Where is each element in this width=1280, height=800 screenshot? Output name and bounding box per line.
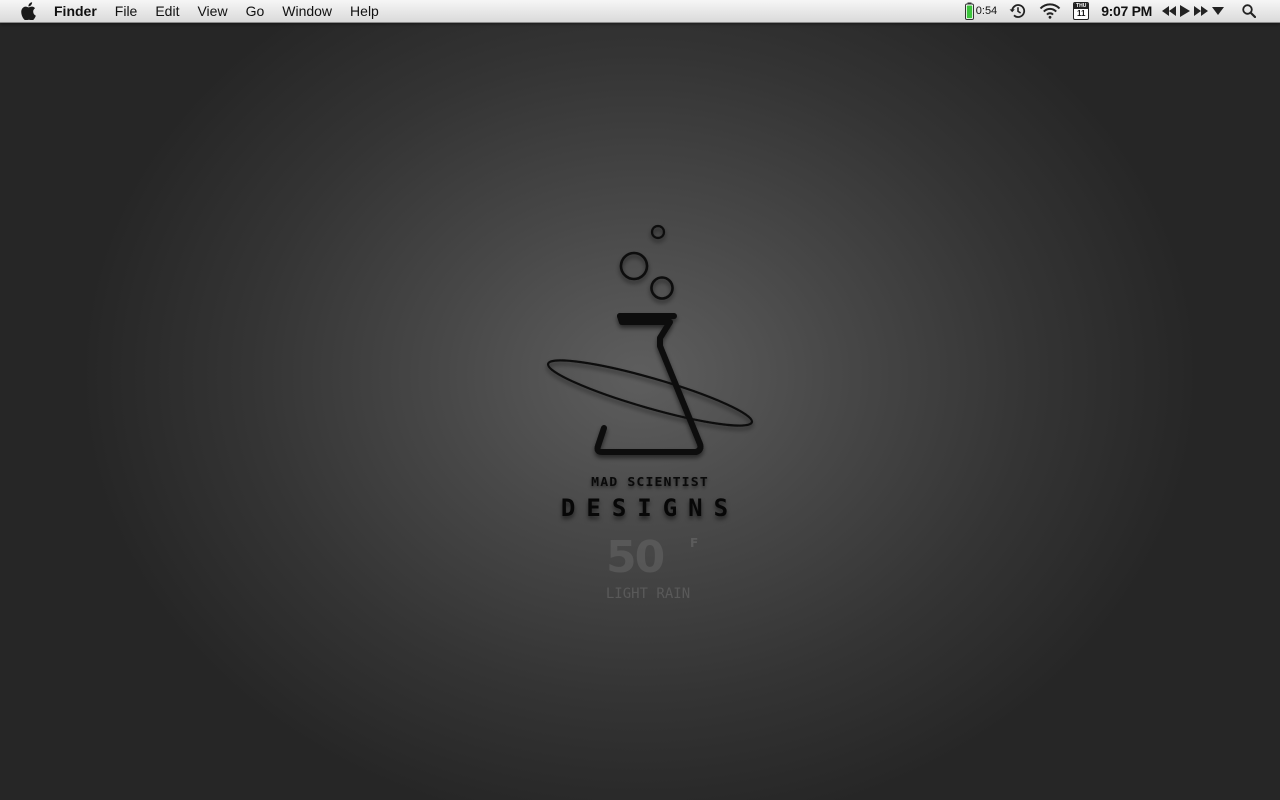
- calendar-menu[interactable]: THU 11: [1067, 0, 1095, 22]
- menu-help[interactable]: Help: [341, 0, 388, 22]
- menu-edit[interactable]: Edit: [146, 0, 188, 22]
- time-machine-menu[interactable]: [1003, 0, 1033, 22]
- battery-time: 0:54: [975, 5, 998, 17]
- weather-temperature: 50: [606, 532, 665, 583]
- status-menus: 0:54 THU 11 9:07 PM: [959, 0, 1262, 22]
- menu-clock[interactable]: 9:07 PM: [1095, 0, 1158, 22]
- menu-window[interactable]: Window: [273, 0, 341, 22]
- menu-bar: Finder File Edit View Go Window Help 0:5…: [0, 0, 1280, 23]
- search-icon: [1242, 4, 1256, 18]
- battery-status[interactable]: 0:54: [959, 0, 1003, 22]
- time-machine-icon: [1009, 4, 1026, 18]
- calendar-date: 11: [1076, 9, 1086, 18]
- battery-charging-icon: [964, 2, 974, 20]
- brand-tagline: MAD SCIENTIST: [591, 475, 709, 489]
- wifi-menu[interactable]: [1033, 0, 1067, 22]
- brand-name: DESIGNS: [560, 494, 740, 522]
- calendar-icon: THU 11: [1073, 2, 1090, 20]
- flask-logo-icon: [546, 224, 754, 455]
- spotlight-button[interactable]: [1228, 0, 1262, 22]
- triangle-down-icon[interactable]: [1212, 7, 1224, 15]
- fast-forward-icon[interactable]: [1194, 6, 1208, 16]
- media-controls: [1158, 0, 1228, 22]
- menu-file[interactable]: File: [106, 0, 147, 22]
- apple-logo-icon[interactable]: [18, 0, 38, 22]
- menu-bar-left: Finder File Edit View Go Window Help: [0, 0, 388, 22]
- rewind-icon[interactable]: [1162, 6, 1176, 16]
- menu-go[interactable]: Go: [237, 0, 274, 22]
- play-icon[interactable]: [1180, 5, 1190, 17]
- weather-condition: LIGHT RAIN: [605, 586, 691, 602]
- menu-app-finder[interactable]: Finder: [54, 0, 106, 22]
- menu-view[interactable]: View: [188, 0, 236, 22]
- weather-unit: F: [690, 536, 699, 550]
- wifi-icon: [1039, 3, 1061, 19]
